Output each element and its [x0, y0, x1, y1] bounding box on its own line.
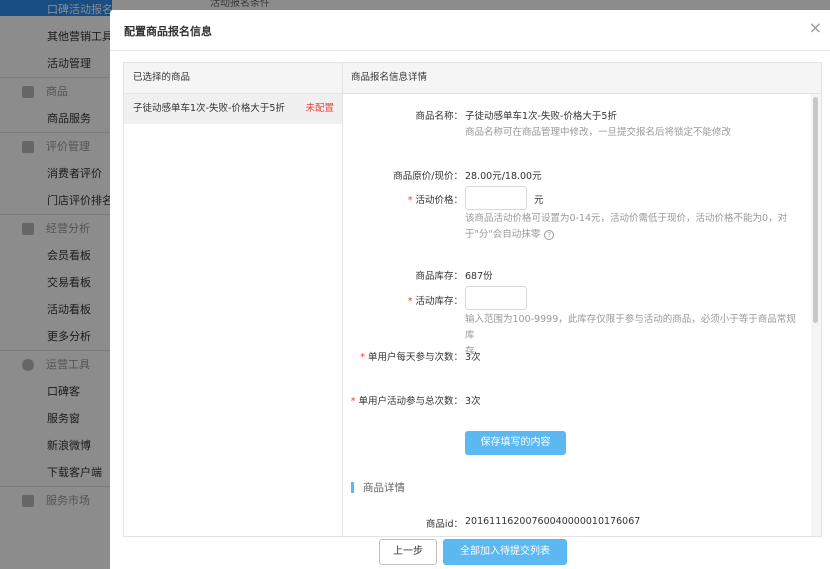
- activity-stock-hint: 输入范围为100-9999，此库存仅限于参与活动的商品，必须小于等于商品常规库 …: [465, 314, 796, 357]
- product-id-label: 商品id：: [425, 519, 463, 530]
- activity-stock-input[interactable]: [465, 286, 527, 310]
- activity-stock-label: * 活动库存：: [407, 296, 463, 307]
- daily-limit-label: * 单用户每天参与次数：: [360, 352, 463, 363]
- submit-all-button[interactable]: 全部加入待提交列表: [443, 539, 567, 565]
- modal-footer: 上一步 全部加入待提交列表: [110, 535, 830, 569]
- activity-price-input[interactable]: [465, 186, 527, 210]
- product-id-value: 20161116200760040000010176067: [465, 516, 641, 527]
- close-icon[interactable]: ×: [809, 20, 822, 36]
- name-hint: 商品名称可在商品管理中修改，一旦提交报名后将锁定不能修改: [465, 127, 732, 138]
- selected-product-row[interactable]: 子徒动感单车1次-失败-价格大于5折 未配置: [124, 94, 342, 124]
- name-value: 子徒动感单车1次-失败-价格大于5折: [465, 111, 617, 122]
- modal-header: 配置商品报名信息 ×: [110, 10, 830, 51]
- selected-product-name: 子徒动感单车1次-失败-价格大于5折: [133, 103, 285, 114]
- daily-limit-value: 3次: [465, 352, 481, 363]
- save-button[interactable]: 保存填写的内容: [465, 431, 566, 455]
- stock-value: 687份: [465, 271, 493, 282]
- activity-price-label: * 活动价格：: [407, 195, 463, 206]
- detail-scrollbar[interactable]: [811, 94, 821, 536]
- price-label: 商品原价/现价：: [393, 171, 463, 182]
- activity-price-hint: 该商品活动价格可设置为0-14元，活动价需低于现价，活动价格不能为0，对 于"分…: [465, 213, 788, 240]
- detail-panel: 商品报名信息详情 商品名称： 子徒动感单车1次-失败-价格大于5折 商品名称可在…: [343, 63, 821, 536]
- product-detail-section: 商品详情: [351, 480, 405, 495]
- section-title: 商品详情: [363, 482, 405, 494]
- total-limit-value: 3次: [465, 396, 481, 407]
- selected-products-header: 已选择的商品: [124, 63, 342, 94]
- modal-title: 配置商品报名信息: [124, 25, 212, 38]
- scroll-thumb[interactable]: [813, 97, 818, 323]
- section-bar: [351, 482, 354, 493]
- price-value: 28.00元/18.00元: [465, 171, 542, 182]
- status-badge: 未配置: [305, 103, 334, 114]
- selected-products-panel: 已选择的商品 子徒动感单车1次-失败-价格大于5折 未配置: [124, 63, 343, 536]
- activity-price-unit: 元: [534, 195, 544, 206]
- prev-button[interactable]: 上一步: [379, 539, 437, 565]
- question-icon[interactable]: ?: [544, 229, 555, 240]
- config-modal: 配置商品报名信息 × 已选择的商品 子徒动感单车1次-失败-价格大于5折 未配置…: [110, 10, 830, 569]
- stock-label: 商品库存：: [415, 271, 463, 282]
- detail-form: 商品名称： 子徒动感单车1次-失败-价格大于5折 商品名称可在商品管理中修改，一…: [343, 94, 811, 536]
- name-label: 商品名称：: [415, 111, 463, 122]
- modal-body: 已选择的商品 子徒动感单车1次-失败-价格大于5折 未配置 商品报名信息详情 商…: [123, 62, 822, 537]
- detail-header: 商品报名信息详情: [343, 63, 821, 94]
- total-limit-label: * 单用户活动参与总次数：: [350, 396, 463, 407]
